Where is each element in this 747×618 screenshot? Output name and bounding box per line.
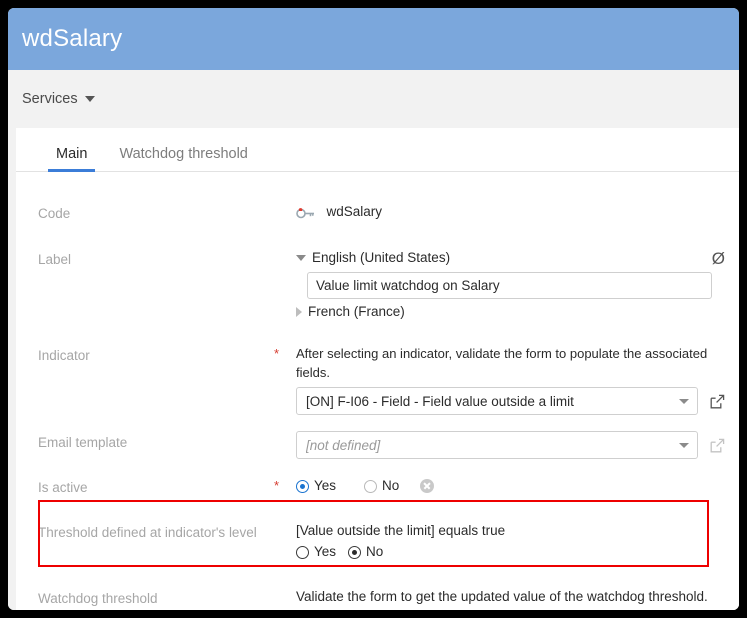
watchdog-threshold-expression: ( [Field value] less than 100 ) and ( [F… [296,606,725,610]
threshold-indicator-level-radio-yes[interactable]: Yes [296,542,336,562]
label-indicator: Indicator [38,348,90,363]
app-header: wdSalary [8,8,739,70]
field-row-is-active: Is active * Yes No [16,476,739,504]
field-row-watchdog-threshold: Watchdog threshold Validate the form to … [16,587,739,610]
triangle-collapsed-icon[interactable] [296,307,302,317]
is-active-required-marker: * [274,478,280,493]
label-email-template: Email template [38,435,128,450]
threshold-indicator-level-radio-group: Yes No [296,542,725,562]
page-title: wdSalary [22,25,123,52]
label-is-active: Is active [38,480,88,495]
indicator-hint: After selecting an indicator, validate t… [296,346,708,380]
empty-set-icon[interactable]: Ø [712,250,725,267]
watchdog-threshold-container: Validate the form to get the updated val… [296,587,725,610]
code-value: wdSalary [326,204,382,219]
indicator-container: After selecting an indicator, validate t… [296,344,725,415]
field-row-email-template: Email template [not defined] [16,431,739,459]
tab-bar: Main Watchdog threshold [16,128,739,172]
is-active-radio-yes[interactable]: Yes [296,476,336,496]
label-label: Label [38,252,72,267]
is-active-radio-no[interactable]: No [364,476,399,496]
label-required-spacer [274,248,296,250]
language-name-english: English (United States) [312,250,451,265]
is-active-no-label: No [382,478,400,493]
email-template-container: [not defined] [296,431,725,459]
radio-selected-icon[interactable] [296,479,309,493]
radio-unselected-icon[interactable] [364,479,378,493]
threshold-indicator-level-required-spacer [274,521,296,523]
threshold-indicator-level-yes-label: Yes [314,544,337,559]
triangle-expanded-icon[interactable] [296,255,306,261]
label-threshold-indicator-level: Threshold defined at indicator's level [38,525,257,540]
email-template-select[interactable]: [not defined] [296,431,698,459]
breadcrumb: Services [8,70,739,128]
email-template-required-spacer [274,431,296,433]
is-active-yes-label: Yes [314,478,337,493]
field-row-label: Label English (United States) French (Fr… [16,248,739,322]
threshold-indicator-level-radio-no[interactable]: No [348,542,383,562]
chevron-down-icon[interactable] [679,398,689,404]
tab-watchdog-threshold[interactable]: Watchdog threshold [103,146,263,171]
clear-circle-icon[interactable] [420,479,435,493]
is-active-container: Yes No [296,476,725,496]
chevron-down-icon[interactable] [84,96,95,102]
label-watchdog-threshold: Watchdog threshold [38,591,158,606]
chevron-down-icon[interactable] [679,442,689,448]
language-node-english[interactable]: English (United States) [296,248,725,268]
breadcrumb-label: Services [22,91,78,107]
tab-main[interactable]: Main [40,146,103,172]
email-template-select-line: [not defined] [296,431,725,459]
threshold-indicator-level-container: [Value outside the limit] equals true Ye… [296,521,725,562]
threshold-indicator-level-no-label: No [366,544,384,559]
field-row-threshold-indicator-level: Threshold defined at indicator's level [… [16,521,739,562]
app-window: wdSalary Services Main Watchdog threshol… [8,8,739,610]
indicator-required-marker: * [274,346,280,361]
language-node-french[interactable]: French (France) [296,302,725,322]
form-body: Code wdSalary Label English (United Stat… [16,172,739,610]
radio-unselected-icon[interactable] [296,545,309,559]
external-link-icon[interactable] [710,394,725,409]
email-template-selected-value: [not defined] [306,437,381,453]
label-english-input[interactable] [307,272,712,299]
field-row-indicator: Indicator * After selecting an indicator… [16,344,739,415]
threshold-indicator-level-expression: [Value outside the limit] equals true [296,523,506,538]
language-name-french: French (France) [308,304,405,319]
radio-selected-icon[interactable] [348,545,362,559]
is-active-radio-group: Yes No [296,476,725,496]
label-code: Code [38,206,71,221]
code-value-container: wdSalary [296,202,725,224]
watchdog-threshold-hint: Validate the form to get the updated val… [296,589,708,604]
form-panel: Main Watchdog threshold Code wdSalary La… [16,128,739,610]
indicator-select[interactable]: [ON] F-I06 - Field - Field value outside… [296,387,698,415]
watchdog-threshold-required-spacer [274,587,296,589]
indicator-select-line: [ON] F-I06 - Field - Field value outside… [296,387,725,415]
content-area: Main Watchdog threshold Code wdSalary La… [8,128,739,610]
key-icon [296,206,316,224]
indicator-selected-value: [ON] F-I06 - Field - Field value outside… [306,393,574,409]
external-link-icon [710,438,725,453]
code-required-spacer [274,202,296,204]
breadcrumb-item-services[interactable]: Services [22,91,95,107]
field-row-code: Code wdSalary [16,202,739,230]
label-translations-container: English (United States) French (France) … [296,248,725,322]
